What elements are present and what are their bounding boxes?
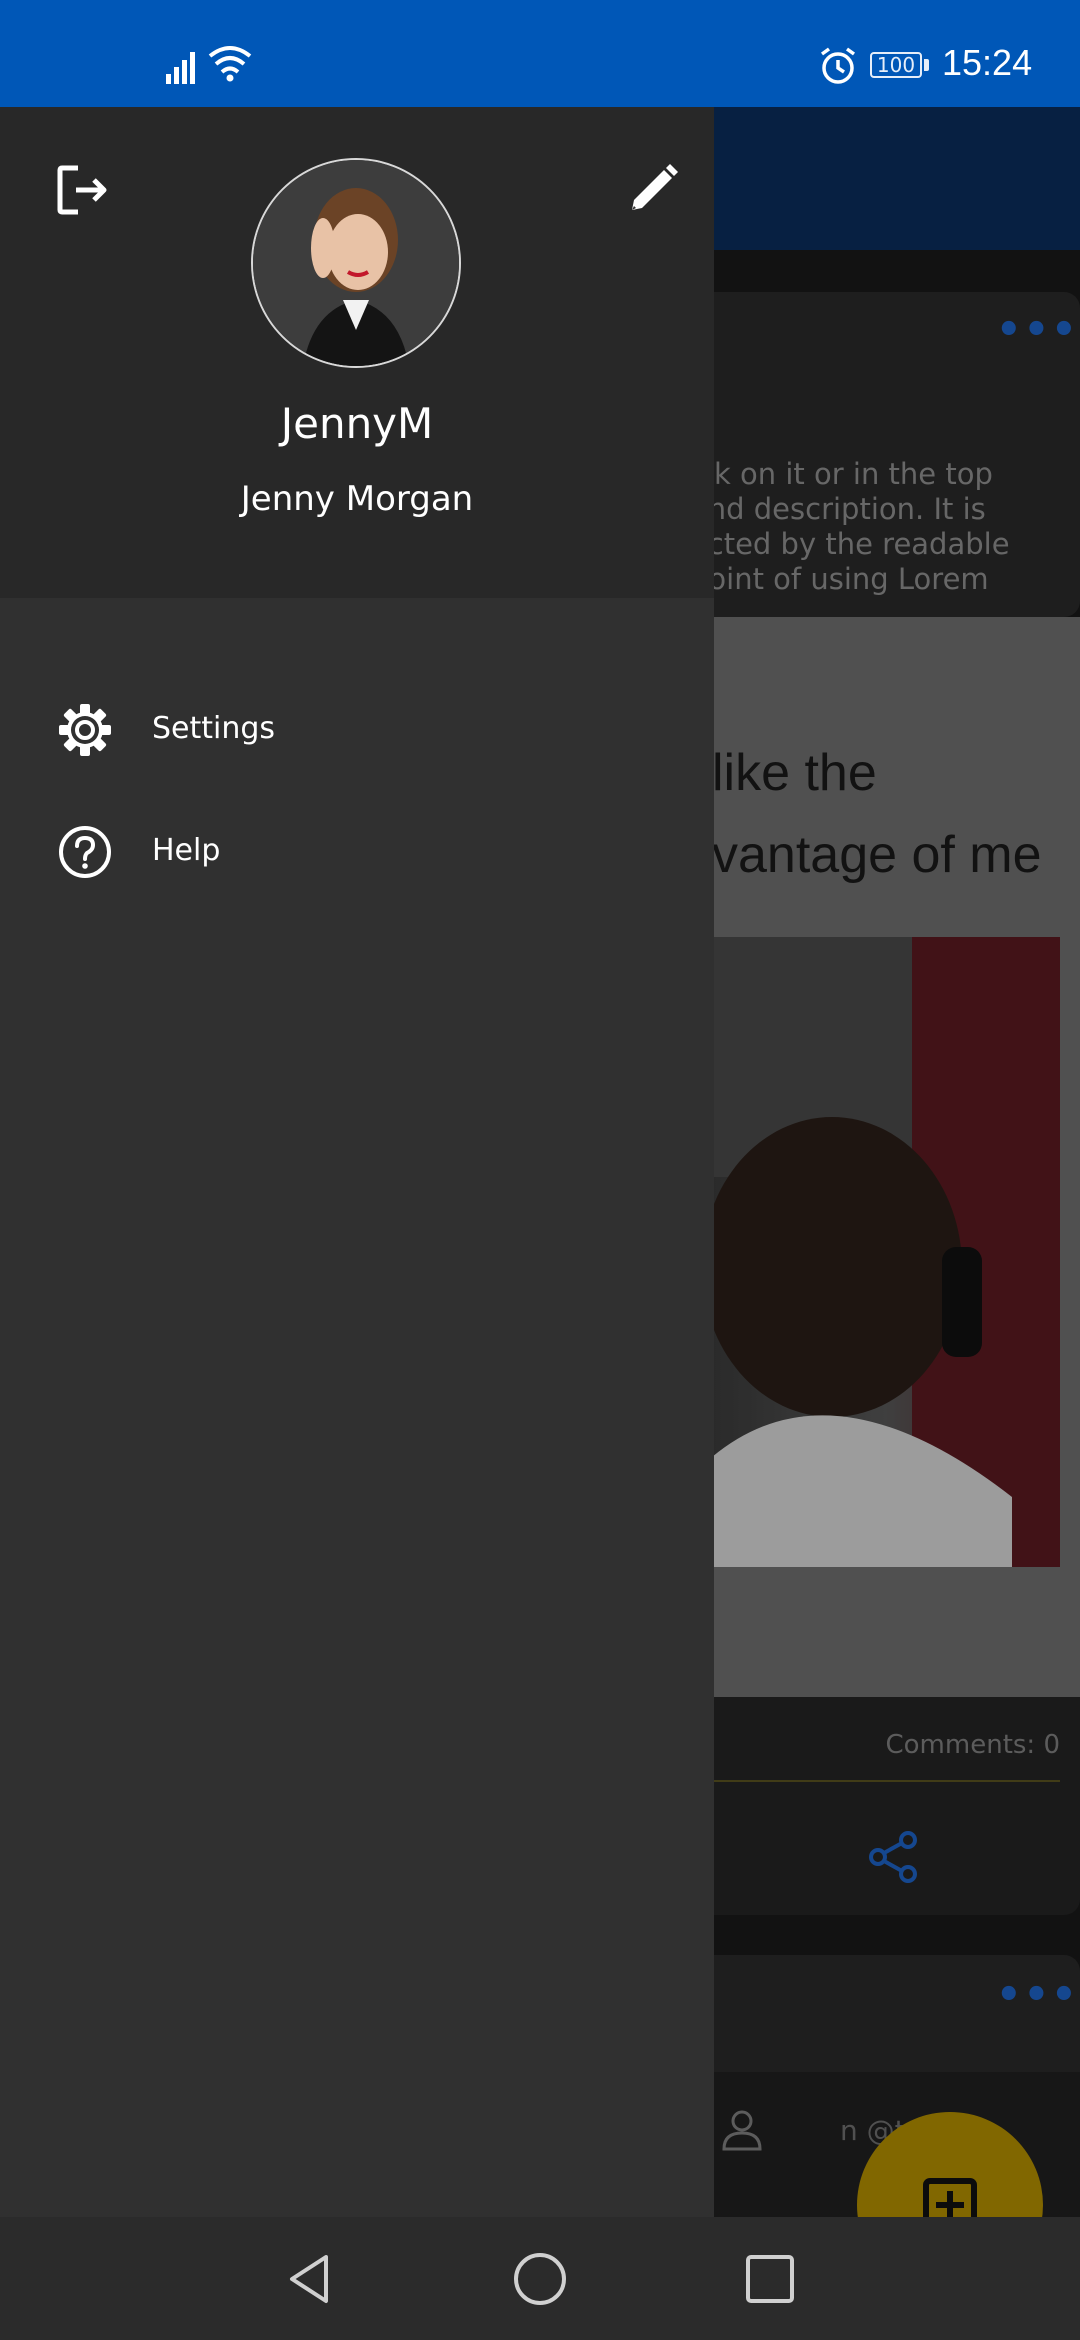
help-icon: [59, 826, 111, 878]
clock: 15:24: [942, 42, 1033, 83]
recents-icon[interactable]: [742, 2251, 798, 2307]
full-name: Jenny Morgan: [240, 479, 474, 519]
system-nav-bar: [0, 2217, 1080, 2340]
edit-pencil-icon[interactable]: [626, 162, 680, 216]
battery-icon: 100: [870, 52, 922, 78]
avatar[interactable]: [251, 158, 461, 368]
signal-icon: [166, 52, 195, 84]
back-icon[interactable]: [282, 2251, 338, 2307]
navigation-drawer: JennyM Jenny Morgan Settings Help: [0, 107, 714, 2217]
drawer-header: JennyM Jenny Morgan: [0, 107, 714, 598]
battery-tip: [924, 59, 929, 71]
gear-icon: [59, 704, 111, 756]
menu-item-help[interactable]: Help: [0, 797, 714, 907]
logout-icon[interactable]: [54, 162, 110, 218]
home-icon[interactable]: [512, 2251, 568, 2307]
menu-item-settings[interactable]: Settings: [0, 675, 714, 785]
menu-item-label: Help: [152, 833, 221, 868]
menu-item-label: Settings: [152, 711, 276, 746]
wifi-icon: [208, 46, 252, 82]
alarm-icon: [820, 47, 856, 84]
status-bar: 100 15:24: [0, 0, 1080, 107]
username: JennyM: [280, 399, 434, 448]
